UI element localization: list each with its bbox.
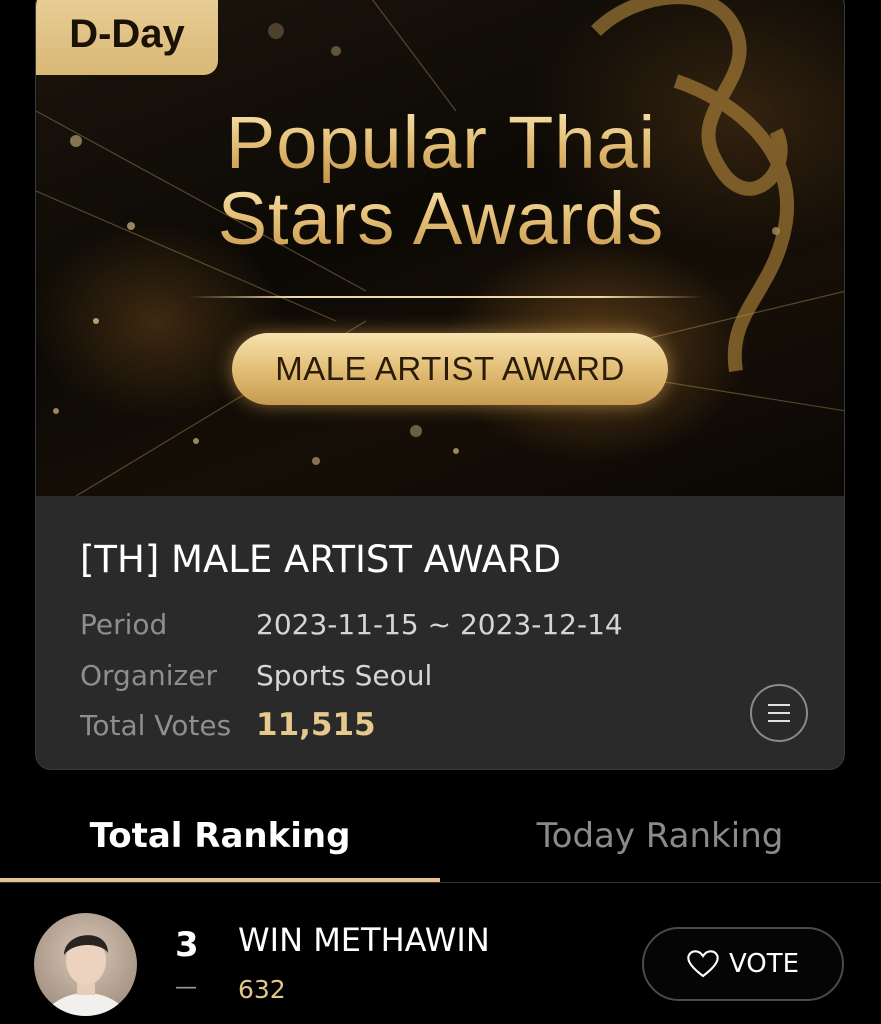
heart-icon	[687, 950, 719, 978]
period-label: Period	[80, 608, 168, 641]
banner-title-line1: Popular Thai	[36, 103, 844, 183]
award-info: [TH] MALE ARTIST AWARD Period 2023-11-15…	[36, 496, 844, 769]
menu-icon	[768, 704, 790, 722]
organizer-label: Organizer	[80, 659, 217, 692]
banner-category-label: MALE ARTIST AWARD	[275, 350, 625, 387]
banner-divider	[188, 296, 704, 298]
tabs-divider	[0, 882, 881, 883]
artist-name: WIN METHAWIN	[238, 921, 490, 959]
banner-category-pill: MALE ARTIST AWARD	[232, 333, 668, 405]
rank-number: 3	[175, 925, 199, 965]
period-value: 2023-11-15 ~ 2023-12-14	[256, 608, 623, 641]
award-card: D-Day Popular Thai Stars Awards MALE ART…	[35, 0, 845, 770]
tab-today-ranking-label: Today Ranking	[536, 816, 784, 856]
artist-votes: 632	[238, 975, 286, 1004]
avatar	[34, 913, 137, 1016]
total-votes-value: 11,515	[256, 707, 376, 743]
award-banner: D-Day Popular Thai Stars Awards MALE ART…	[36, 0, 844, 496]
tab-total-ranking[interactable]: Total Ranking	[0, 790, 440, 882]
vote-button[interactable]: VOTE	[642, 927, 844, 1001]
award-title: [TH] MALE ARTIST AWARD	[80, 538, 562, 581]
banner-title-line2: Stars Awards	[36, 179, 844, 259]
vote-button-label: VOTE	[728, 949, 800, 979]
artist-photo	[42, 935, 130, 1016]
d-day-label: D-Day	[69, 12, 185, 56]
award-menu-button[interactable]	[750, 684, 808, 742]
total-votes-label: Total Votes	[80, 709, 232, 742]
tab-total-ranking-label: Total Ranking	[89, 816, 351, 856]
organizer-value: Sports Seoul	[256, 659, 433, 692]
tab-today-ranking[interactable]: Today Ranking	[440, 790, 880, 882]
ranking-tabs: Total Ranking Today Ranking	[0, 790, 881, 885]
rank-change: —	[175, 975, 197, 1000]
d-day-badge: D-Day	[36, 0, 218, 75]
ranking-row: 3 — WIN METHAWIN 632 VOTE	[0, 903, 881, 1024]
